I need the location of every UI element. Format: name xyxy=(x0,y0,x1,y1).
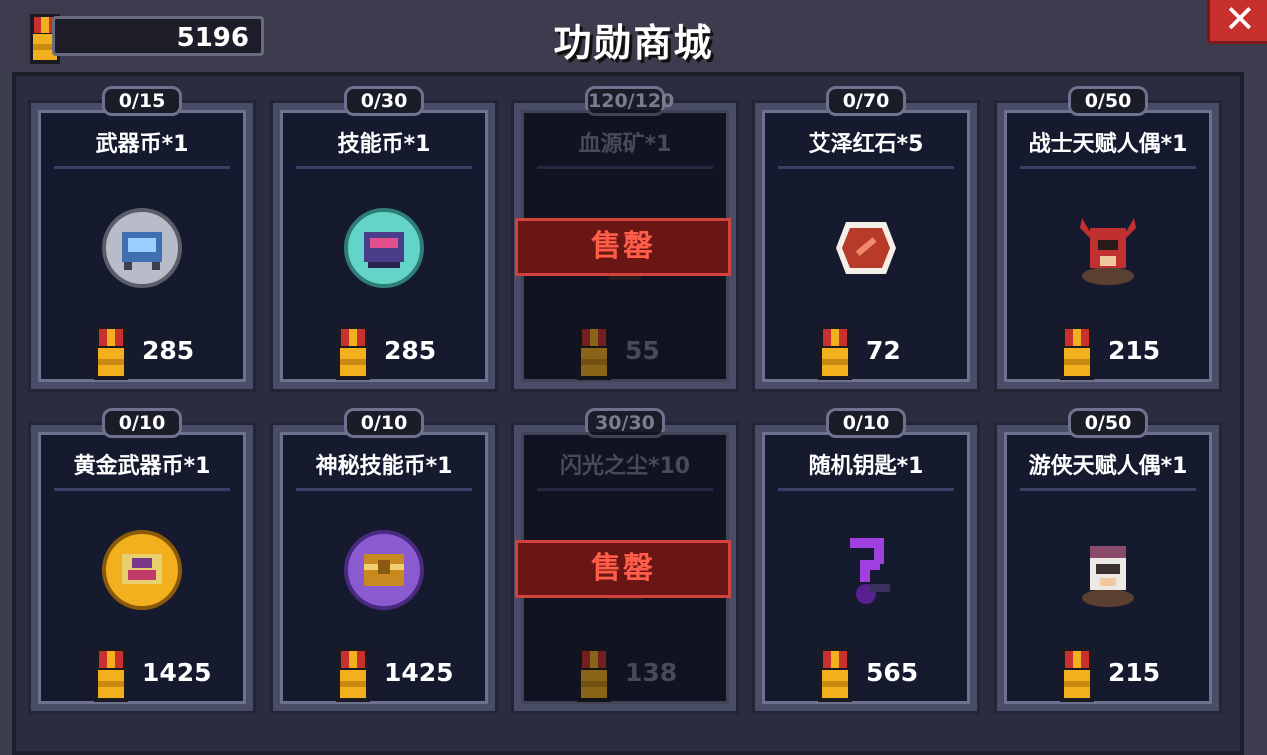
divider xyxy=(296,166,472,169)
item-price: 72 xyxy=(752,326,980,380)
purchase-limit-badge: 0/30 xyxy=(344,86,424,116)
shop-item-card[interactable]: 0/50 游侠天赋人偶*1 215 xyxy=(994,408,1222,714)
medal-icon xyxy=(818,326,852,384)
medal-icon xyxy=(1060,648,1094,706)
gold-weapon-coin-icon xyxy=(102,530,182,610)
divider xyxy=(54,488,230,491)
item-price: 565 xyxy=(752,648,980,702)
close-button[interactable]: ✕ xyxy=(1207,0,1267,44)
item-price: 285 xyxy=(28,326,256,380)
item-name: 黄金武器币*1 xyxy=(73,454,211,479)
price-value: 1425 xyxy=(384,658,454,687)
divider xyxy=(1020,166,1196,169)
medal-icon xyxy=(336,326,370,384)
item-price: 1425 xyxy=(270,648,498,702)
purchase-limit-badge: 0/10 xyxy=(344,408,424,438)
sold-out-label: 售罄 xyxy=(515,218,731,276)
price-value: 215 xyxy=(1108,336,1161,365)
shop-window: 5196 功勋商城 ✕ 0/15 武器币*1 285 0/30 技能币*1 28… xyxy=(0,0,1267,755)
price-value: 72 xyxy=(866,336,901,365)
divider xyxy=(296,488,472,491)
shop-item-card[interactable]: 0/50 战士天赋人偶*1 215 xyxy=(994,86,1222,392)
divider xyxy=(1020,488,1196,491)
medal-icon xyxy=(94,326,128,384)
shop-item-card[interactable]: 0/10 黄金武器币*1 1425 xyxy=(28,408,256,714)
price-value: 565 xyxy=(866,658,919,687)
mystery-skill-coin-icon xyxy=(344,530,424,610)
sold-out-label: 售罄 xyxy=(515,540,731,598)
purchase-limit-badge: 0/10 xyxy=(826,408,906,438)
page-title: 功勋商城 xyxy=(553,21,714,65)
purchase-limit-badge: 0/15 xyxy=(102,86,182,116)
purchase-limit-badge: 0/50 xyxy=(1068,408,1148,438)
price-value: 285 xyxy=(142,336,195,365)
price-value: 285 xyxy=(384,336,437,365)
ranger-doll-icon xyxy=(1068,530,1148,610)
skill-coin-icon xyxy=(344,208,424,288)
item-name: 随机钥匙*1 xyxy=(808,454,924,479)
item-name: 战士天赋人偶*1 xyxy=(1028,132,1188,157)
medal-icon xyxy=(336,648,370,706)
item-name: 游侠天赋人偶*1 xyxy=(1028,454,1188,479)
divider xyxy=(54,166,230,169)
warrior-doll-icon xyxy=(1068,208,1148,288)
item-price: 215 xyxy=(994,648,1222,702)
item-price: 1425 xyxy=(28,648,256,702)
divider xyxy=(778,166,954,169)
red-stone-icon xyxy=(826,208,906,288)
medal-icon xyxy=(818,648,852,706)
medal-icon xyxy=(94,648,128,706)
shop-item-card[interactable]: 30/30 闪光之尘*10 138 售罄 xyxy=(511,408,739,714)
shop-item-card[interactable]: 0/70 艾泽红石*5 72 xyxy=(752,86,980,392)
purchase-limit-badge: 0/10 xyxy=(102,408,182,438)
shop-item-card[interactable]: 0/30 技能币*1 285 xyxy=(270,86,498,392)
purchase-limit-badge: 0/70 xyxy=(826,86,906,116)
price-value: 1425 xyxy=(142,658,212,687)
price-value: 215 xyxy=(1108,658,1161,687)
item-price: 215 xyxy=(994,326,1222,380)
item-name: 技能币*1 xyxy=(337,132,431,157)
shop-item-card[interactable]: 120/120 血源矿*1 55 售罄 xyxy=(511,86,739,392)
shop-item-card[interactable]: 0/10 神秘技能币*1 1425 xyxy=(270,408,498,714)
shop-item-card[interactable]: 0/10 随机钥匙*1 565 xyxy=(752,408,980,714)
item-name: 神秘技能币*1 xyxy=(315,454,453,479)
item-price: 285 xyxy=(270,326,498,380)
shop-item-card[interactable]: 0/15 武器币*1 285 xyxy=(28,86,256,392)
item-name: 武器币*1 xyxy=(95,132,189,157)
close-icon: ✕ xyxy=(1224,0,1256,41)
weapon-coin-icon xyxy=(102,208,182,288)
medal-icon xyxy=(1060,326,1094,384)
random-key-icon xyxy=(826,530,906,610)
divider xyxy=(778,488,954,491)
purchase-limit-badge: 0/50 xyxy=(1068,86,1148,116)
item-name: 艾泽红石*5 xyxy=(808,132,924,157)
